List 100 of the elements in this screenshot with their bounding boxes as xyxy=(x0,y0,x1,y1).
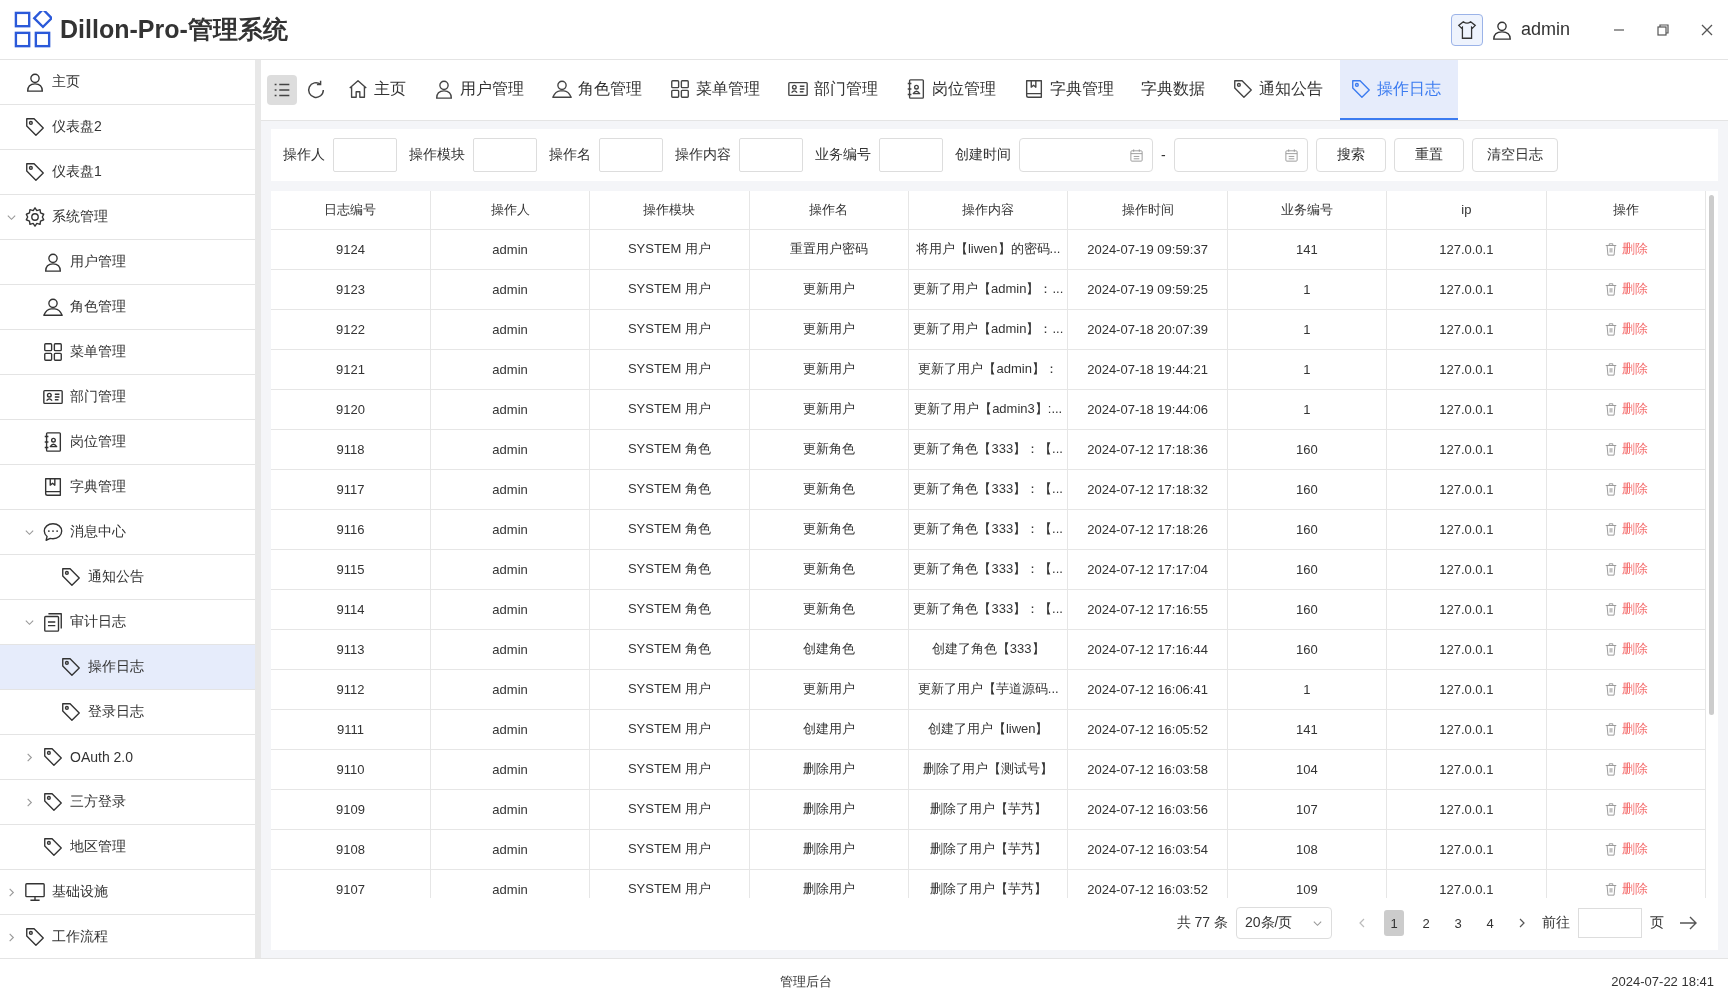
input-field[interactable] xyxy=(473,138,537,172)
footer-time: 2024-07-22 18:41 xyxy=(1611,974,1714,989)
sidebar-item[interactable]: 岗位管理 xyxy=(0,420,255,465)
column-header: 操作内容 xyxy=(908,191,1068,229)
table-cell: 删除了用户【芋艿】 xyxy=(908,869,1068,898)
tab[interactable]: 操作日志 xyxy=(1340,60,1458,120)
tab[interactable]: 主页 xyxy=(337,60,423,120)
table-cell: 2024-07-19 09:59:25 xyxy=(1067,269,1228,309)
chevron-right-icon[interactable] xyxy=(6,931,17,943)
page-button[interactable]: 2 xyxy=(1416,910,1436,936)
table-cell: admin xyxy=(430,269,590,309)
table-cell: 更新角色 xyxy=(749,509,909,549)
sidebar-item[interactable]: 字典管理 xyxy=(0,465,255,510)
table-cell: 更新用户 xyxy=(749,389,909,429)
sidebar-item[interactable]: 登录日志 xyxy=(0,690,255,735)
trash-icon xyxy=(1603,561,1618,576)
table-cell: SYSTEM 角色 xyxy=(589,429,750,469)
sidebar-item[interactable]: 主页 xyxy=(0,60,255,105)
sidebar-item[interactable]: 菜单管理 xyxy=(0,330,255,375)
tab[interactable]: 部门管理 xyxy=(777,60,895,120)
table-cell: 9116 xyxy=(271,509,431,549)
table-cell: 2024-07-12 16:03:58 xyxy=(1067,749,1228,789)
filter-button[interactable]: 重置 xyxy=(1393,138,1464,172)
table-cell: 127.0.0.1 xyxy=(1386,429,1546,469)
sidebar-item[interactable]: 用户管理 xyxy=(0,240,255,285)
input-field[interactable] xyxy=(599,138,663,172)
table-cell: 9120 xyxy=(271,389,431,429)
tab[interactable]: 菜单管理 xyxy=(659,60,777,120)
menu-icon[interactable] xyxy=(267,75,297,105)
chevron-right-icon[interactable] xyxy=(24,796,35,808)
sidebar-item[interactable]: 三方登录 xyxy=(0,780,255,825)
table-cell: 127.0.0.1 xyxy=(1386,829,1546,869)
filter-button[interactable]: 清空日志 xyxy=(1471,138,1558,172)
chevron-right-icon[interactable] xyxy=(24,751,35,763)
user-icon xyxy=(42,251,64,273)
sidebar-item[interactable]: 操作日志 xyxy=(0,645,255,690)
tab[interactable]: 字典数据 xyxy=(1131,60,1222,120)
table-cell: 141 xyxy=(1227,709,1387,749)
table-cell: 1 xyxy=(1227,309,1387,349)
table-cell: admin xyxy=(430,749,590,789)
table-cell: 127.0.0.1 xyxy=(1386,269,1546,309)
table-cell: 109 xyxy=(1227,869,1387,898)
table-cell: 删除用户 xyxy=(749,749,909,789)
page-input[interactable] xyxy=(1578,908,1642,938)
table-cell: 108 xyxy=(1227,829,1387,869)
table-cell: SYSTEM 用户 xyxy=(589,309,750,349)
refresh-icon[interactable] xyxy=(305,79,327,101)
sidebar-item[interactable]: 仪表盘1 xyxy=(0,150,255,195)
table-cell: 2024-07-12 16:05:52 xyxy=(1067,709,1228,749)
page-button[interactable]: 1 xyxy=(1384,910,1404,936)
sidebar-item[interactable]: 系统管理 xyxy=(0,195,255,240)
page-button[interactable]: 3 xyxy=(1448,910,1468,936)
table-cell: 160 xyxy=(1227,429,1387,469)
table-cell: 更新了角色【333】：【... xyxy=(908,549,1068,589)
sidebar-item[interactable]: 基础设施 xyxy=(0,870,255,915)
user-icon xyxy=(24,71,46,93)
sidebar-item[interactable]: 角色管理 xyxy=(0,285,255,330)
table-cell: 127.0.0.1 xyxy=(1386,749,1546,789)
input-field[interactable] xyxy=(333,138,397,172)
table-cell: 9112 xyxy=(271,669,431,709)
field-label: 业务编号 xyxy=(815,146,871,164)
input-field[interactable] xyxy=(879,138,943,172)
table-cell: SYSTEM 用户 xyxy=(589,389,750,429)
table-cell: admin xyxy=(430,509,590,549)
table-cell: 更新了用户【芋道源码... xyxy=(908,669,1068,709)
restore-icon[interactable] xyxy=(1656,22,1670,37)
filter-button[interactable]: 搜索 xyxy=(1315,138,1386,172)
table-cell: SYSTEM 用户 xyxy=(589,669,750,709)
table-cell: 更新用户 xyxy=(749,269,909,309)
chevron-right-icon[interactable] xyxy=(6,886,17,898)
page-button[interactable]: 4 xyxy=(1480,910,1500,936)
trash-icon xyxy=(1603,241,1618,256)
shirt-icon[interactable] xyxy=(1450,13,1483,46)
close-icon[interactable] xyxy=(1700,22,1714,37)
date-field[interactable] xyxy=(1019,138,1153,172)
sidebar-item[interactable]: 消息中心 xyxy=(0,510,255,555)
sidebar-item[interactable]: 部门管理 xyxy=(0,375,255,420)
tab[interactable]: 用户管理 xyxy=(423,60,541,120)
user-name[interactable]: admin xyxy=(1520,19,1570,40)
tab[interactable]: 岗位管理 xyxy=(895,60,1013,120)
tab[interactable]: 字典管理 xyxy=(1013,60,1131,120)
trash-icon xyxy=(1603,801,1618,816)
sidebar-item[interactable]: 仪表盘2 xyxy=(0,105,255,150)
table-cell: 9123 xyxy=(271,269,431,309)
sidebar-item[interactable]: OAuth 2.0 xyxy=(0,735,255,780)
table-cell: 创建了角色【333】 xyxy=(908,629,1068,669)
table-cell: 更新角色 xyxy=(749,469,909,509)
table-cell: 127.0.0.1 xyxy=(1386,669,1546,709)
table-cell: 141 xyxy=(1227,229,1387,269)
tab[interactable]: 角色管理 xyxy=(541,60,659,120)
scrollbar[interactable] xyxy=(1709,195,1714,715)
table-cell: 127.0.0.1 xyxy=(1386,869,1546,898)
date-field[interactable] xyxy=(1173,138,1308,172)
input-field[interactable] xyxy=(739,138,803,172)
sidebar-item[interactable]: 通知公告 xyxy=(0,555,255,600)
table-cell: 2024-07-12 16:03:56 xyxy=(1067,789,1228,829)
tab[interactable]: 通知公告 xyxy=(1222,60,1340,120)
page-size-select[interactable]: 20条/页 xyxy=(1236,907,1332,939)
tag-icon xyxy=(60,566,82,588)
sidebar-item[interactable]: 地区管理 xyxy=(0,825,255,870)
